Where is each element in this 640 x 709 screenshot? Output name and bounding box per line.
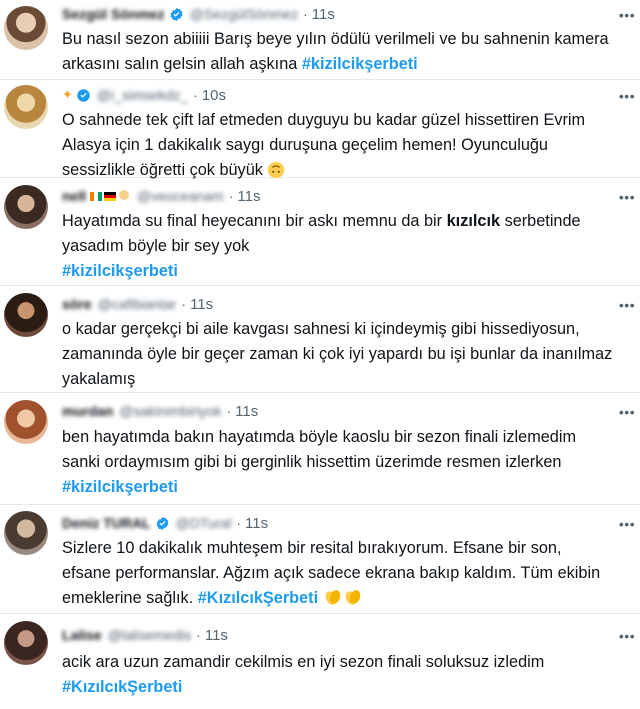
username-handle[interactable]: @sakinimbiriyok — [119, 403, 221, 419]
display-name[interactable]: nell — [62, 188, 86, 204]
more-options-icon[interactable]: ••• — [618, 89, 636, 103]
tweet[interactable]: ✦ @i_simsekdz_ · 10s ••• O sahnede tek ç… — [0, 80, 640, 179]
timestamp[interactable]: 11s — [245, 515, 268, 532]
hashtag-link[interactable]: #KızılcıkŞerbeti — [198, 589, 318, 607]
tweet-text: Hayatımda su final heyecanını bir askı m… — [62, 212, 581, 280]
more-options-icon[interactable]: ••• — [618, 405, 636, 419]
flag-emojis — [89, 189, 131, 203]
display-name[interactable]: murdan — [62, 403, 113, 419]
display-name[interactable]: Lalise — [62, 627, 102, 643]
clapping-hands-emoji — [325, 590, 340, 605]
username-handle[interactable]: @lalisemedis — [108, 627, 191, 643]
tweet-text: acik ara uzun zamandir cekilmis en iyi s… — [62, 653, 545, 696]
tweet[interactable]: söre @cafibiantar · 11s ••• o kadar gerç… — [0, 286, 640, 393]
tweet[interactable]: Sezgül Sönmez @SezgülSönmez · 11s ••• Bu… — [0, 0, 640, 80]
timestamp[interactable]: 11s — [237, 188, 260, 205]
tweet-text: Bu nasıl sezon abiiiii Barış beye yılın … — [62, 30, 609, 73]
timestamp[interactable]: 11s — [190, 296, 213, 313]
display-name[interactable]: Deniz TURAL — [62, 515, 151, 531]
timestamp[interactable]: 11s — [235, 403, 258, 420]
verified-badge-icon — [156, 516, 169, 530]
flag-icon — [104, 192, 117, 201]
avatar[interactable] — [4, 6, 48, 50]
avatar[interactable] — [4, 511, 48, 555]
hashtag-link[interactable]: #kizilcikşerbeti — [62, 262, 178, 280]
tweet-text: Sizlere 10 dakikalık muhteşem bir resita… — [62, 539, 601, 607]
tweet-text: o kadar gerçekçi bi aile kavgası sahnesi… — [62, 320, 613, 388]
tweet[interactable]: murdan @sakinimbiriyok · 11s ••• ben hay… — [0, 393, 640, 505]
verified-badge-icon — [170, 7, 183, 21]
timestamp[interactable]: 11s — [312, 6, 335, 23]
more-options-icon[interactable]: ••• — [618, 8, 636, 22]
hashtag-link[interactable]: #kizilcikşerbeti — [302, 55, 418, 73]
avatar[interactable] — [4, 85, 48, 129]
tweet[interactable]: Lalise @lalisemedis · 11s ••• acik ara u… — [0, 614, 640, 709]
tweet-text: ben hayatımda bakın hayatımda böyle kaos… — [62, 428, 577, 496]
clapping-hands-emoji — [345, 590, 360, 605]
username-handle[interactable]: @DTural — [176, 515, 232, 531]
avatar[interactable] — [4, 185, 48, 229]
avatar[interactable] — [4, 621, 48, 665]
more-options-icon[interactable]: ••• — [618, 190, 636, 204]
verified-badge-icon — [77, 88, 90, 102]
username-handle[interactable]: @SezgülSönmez — [190, 6, 298, 22]
sun-face-icon — [119, 190, 130, 200]
tweet[interactable]: nell @veoceanam · 11s ••• Hayatımda su f… — [0, 178, 640, 286]
tweet-text: O sahnede tek çift laf etmeden duyguyu b… — [62, 111, 586, 179]
username-handle[interactable]: @i_simsekdz_ — [97, 87, 188, 103]
more-options-icon[interactable]: ••• — [618, 517, 636, 531]
hashtag-link[interactable]: #KızılcıkŞerbeti — [62, 678, 182, 696]
username-handle[interactable]: @veoceanam — [137, 188, 224, 204]
username-handle[interactable]: @cafibiantar — [98, 296, 177, 312]
display-name[interactable]: söre — [62, 296, 92, 312]
hashtag-link[interactable]: #kizilcikşerbeti — [62, 478, 178, 496]
timestamp[interactable]: 11s — [205, 627, 228, 644]
avatar[interactable] — [4, 293, 48, 337]
more-options-icon[interactable]: ••• — [618, 629, 636, 643]
sparkle-icon: ✦ — [62, 87, 73, 102]
more-options-icon[interactable]: ••• — [618, 298, 636, 312]
flag-icon — [90, 192, 103, 201]
avatar[interactable] — [4, 400, 48, 444]
timestamp[interactable]: 10s — [202, 87, 226, 104]
tweet[interactable]: Deniz TURAL @DTural · 11s ••• Sizlere 10… — [0, 505, 640, 614]
upside-down-face-emoji — [268, 161, 285, 179]
tweet-feed: Sezgül Sönmez @SezgülSönmez · 11s ••• Bu… — [0, 0, 640, 709]
display-name[interactable]: Sezgül Sönmez — [62, 6, 165, 22]
